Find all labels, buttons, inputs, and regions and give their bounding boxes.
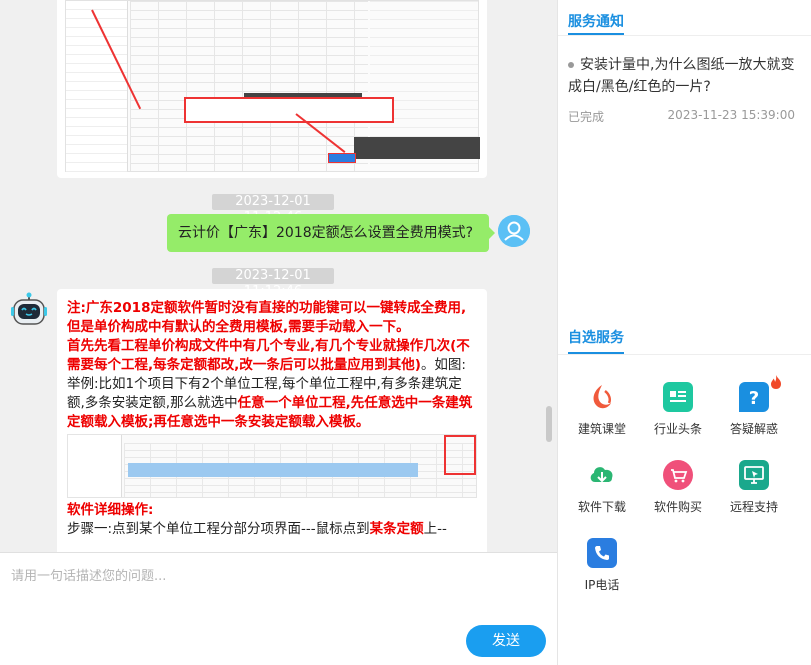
hot-flame-icon — [771, 375, 781, 389]
screenshot-grid — [130, 1, 368, 171]
message-timestamp: 2023-12-01 11:12:46 — [212, 194, 334, 225]
service-building-class[interactable]: 建筑课堂 — [567, 382, 637, 437]
service-qa[interactable]: ? 答疑解惑 — [719, 375, 789, 437]
message-input[interactable] — [0, 553, 557, 613]
user-message-bubble[interactable]: 云计价【广东】2018定额怎么设置全费用模式? — [167, 214, 495, 252]
bot-message-bubble[interactable]: 注:广东2018定额软件暂时没有直接的功能键可以一键转成全费用,但是单价构成中有… — [57, 289, 487, 552]
answer-step-intro: 首先先看工程单价构成文件中有几个专业,有几个专业就操作几次(不需要每个工程,每条… — [67, 338, 470, 373]
section-divider — [558, 354, 811, 355]
answer-screenshot-highlight-box — [444, 435, 476, 475]
notice-item[interactable]: 安装计量中,为什么图纸一放大就变成白/黑色/红色的一片? — [568, 54, 802, 98]
robot-icon — [11, 292, 47, 325]
qa-icon: ? — [739, 375, 781, 412]
notice-timestamp: 2023-11-23 15:39:00 — [667, 108, 795, 122]
answer-step-one: 步骤一:点到某个单位工程分部分项界面---鼠标点到某条定额上-- — [67, 521, 447, 537]
services-title: 自选服务 — [568, 330, 624, 346]
notice-status: 已完成 — [568, 110, 605, 124]
building-class-icon — [587, 382, 617, 412]
message-timestamp: 2023-12-01 11:12:46 — [212, 268, 334, 299]
service-software-download[interactable]: 软件下载 — [567, 460, 637, 515]
service-notice-title: 服务通知 — [568, 14, 624, 30]
bot-avatar — [10, 292, 48, 330]
bullet-icon — [568, 62, 574, 68]
answer-screenshot-selected-row — [128, 463, 418, 477]
answer-example: 举例:比如1个项目下有2个单位工程,每个单位工程中,有多条建筑定额,多条安装定额… — [67, 376, 473, 430]
software-purchase-icon — [663, 460, 693, 490]
user-avatar — [498, 215, 530, 247]
svg-text:?: ? — [749, 388, 759, 409]
ip-phone-icon — [587, 538, 617, 568]
screenshot-tree-panel — [66, 1, 128, 172]
send-button[interactable]: 发送 — [466, 625, 546, 657]
screenshot-tooltip-2 — [354, 137, 480, 159]
message-input-area: 发送 — [0, 552, 557, 665]
remote-support-icon — [739, 460, 769, 490]
service-software-purchase[interactable]: 软件购买 — [643, 460, 713, 515]
software-screenshot — [65, 0, 480, 172]
answer-screenshot-image[interactable] — [67, 434, 477, 498]
chat-history[interactable]: 2023-12-01 11:12:46 云计价【广东】2018定额怎么设置全费用… — [0, 0, 557, 552]
screenshot-button-highlight — [328, 153, 356, 163]
notice-item-text: 安装计量中,为什么图纸一放大就变成白/黑色/红色的一片? — [568, 57, 795, 95]
service-remote-support[interactable]: 远程支持 — [719, 460, 789, 515]
chat-scrollbar[interactable] — [546, 406, 552, 442]
answer-screenshot-tree — [68, 435, 122, 497]
section-divider — [558, 35, 811, 36]
right-sidebar: 服务通知 安装计量中,为什么图纸一放大就变成白/黑色/红色的一片? 已完成 20… — [557, 0, 811, 665]
answer-note: 注:广东2018定额软件暂时没有直接的功能键可以一键转成全费用,但是单价构成中有… — [67, 300, 467, 335]
user-avatar-icon — [498, 215, 530, 247]
screenshot-message-image[interactable] — [57, 0, 487, 178]
service-industry-news[interactable]: 行业头条 — [643, 382, 713, 437]
service-ip-phone[interactable]: IP电话 — [567, 538, 637, 593]
answer-details-title: 软件详细操作: — [67, 502, 154, 518]
software-download-icon — [587, 460, 617, 490]
industry-news-icon — [663, 382, 693, 412]
screenshot-highlight-box — [184, 97, 394, 123]
